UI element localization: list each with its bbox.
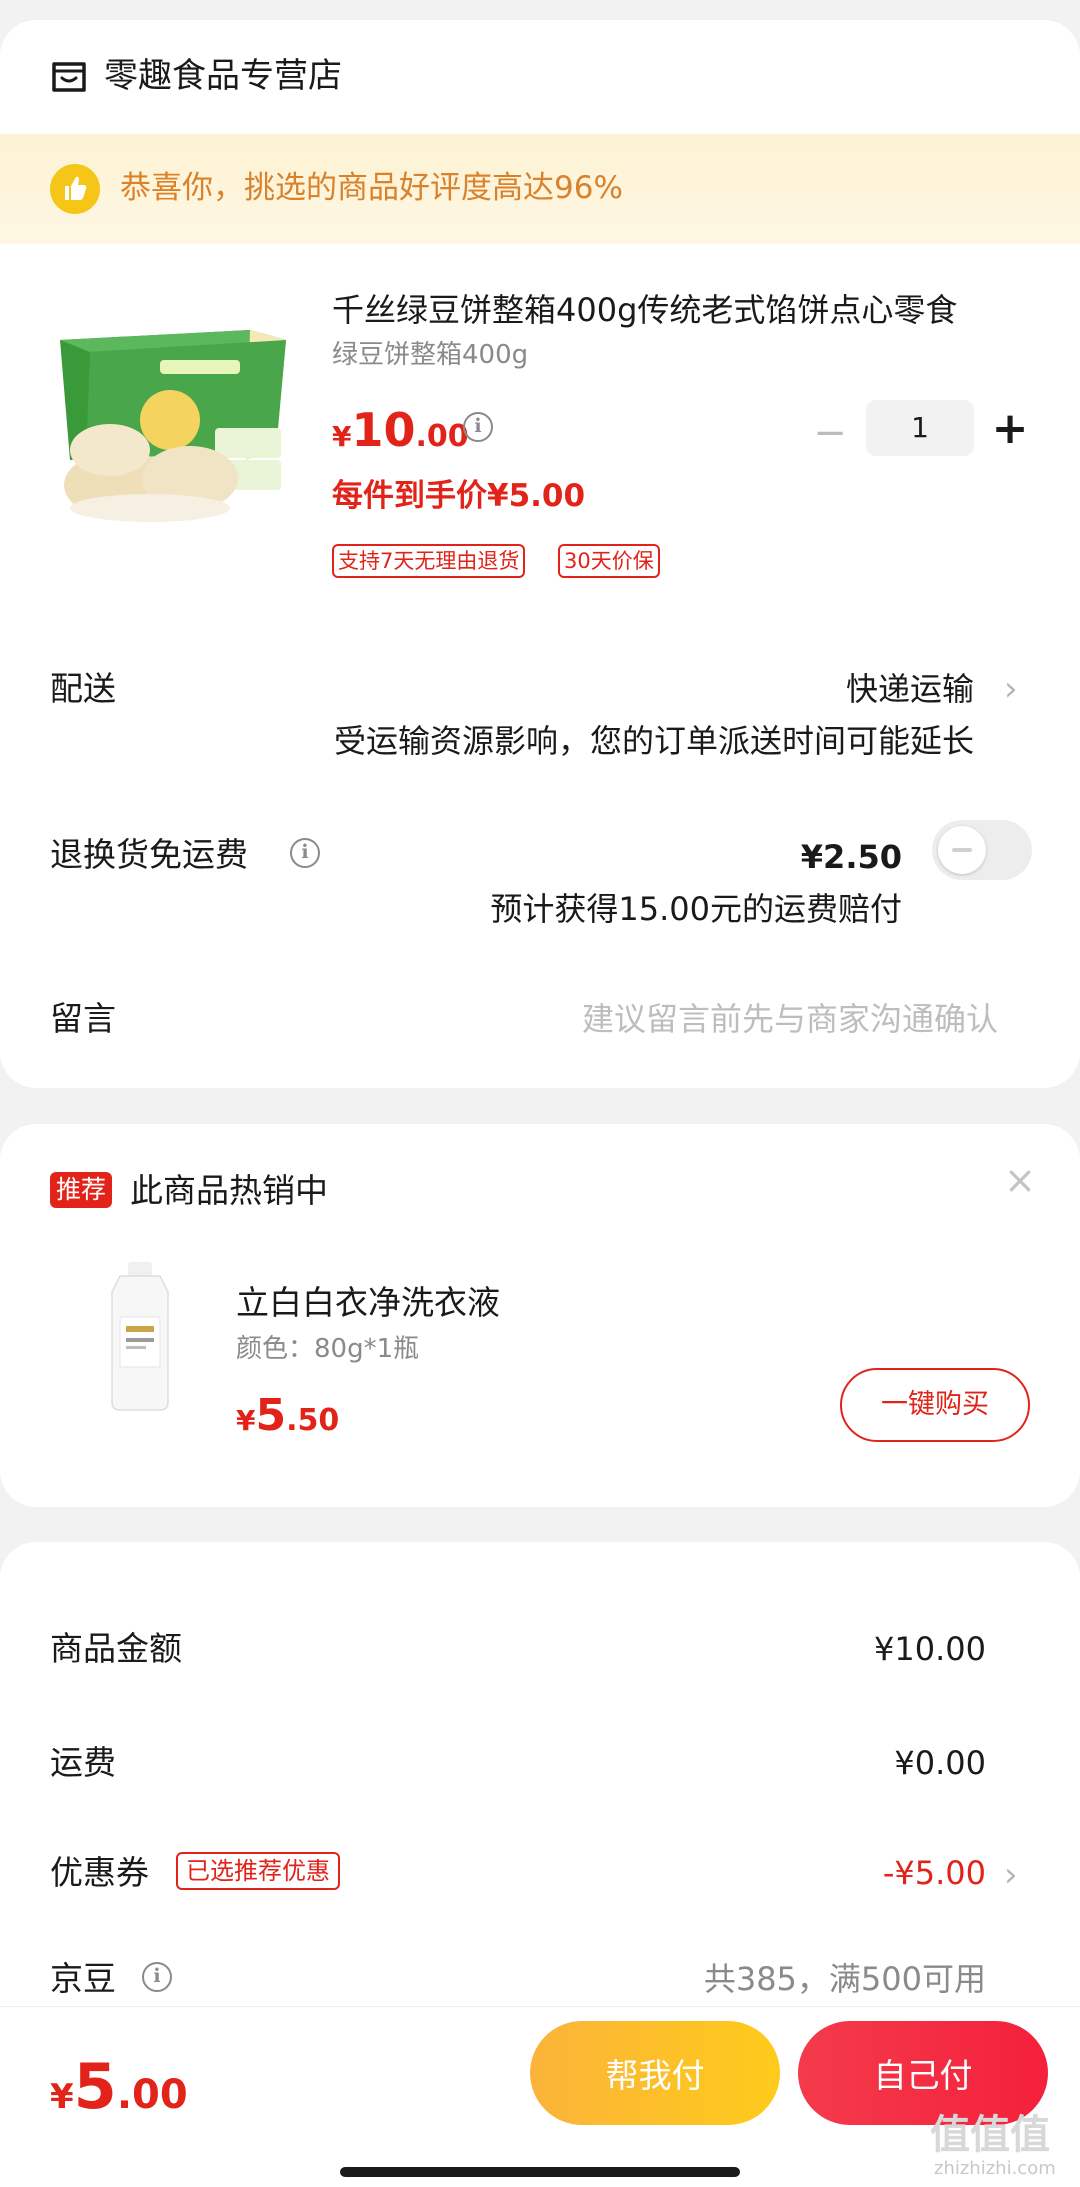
- toggle-knob: [938, 826, 986, 874]
- goods-amount-value: ¥10.00: [874, 1630, 986, 1668]
- product-subtitle: 绿豆饼整箱400g: [332, 340, 529, 370]
- recommend-title: 此商品热销中: [130, 1171, 328, 1210]
- coupon-label: 优惠券: [50, 1853, 149, 1892]
- one-click-buy-button[interactable]: 一键购买: [840, 1368, 1030, 1442]
- rec-price-integer: 5: [255, 1390, 287, 1441]
- store-name[interactable]: 零趣食品专营店: [104, 54, 342, 98]
- rec-price-currency: ¥: [236, 1404, 256, 1437]
- watermark-url: zhizhizhi.com: [934, 2158, 1056, 2179]
- chevron-right-icon[interactable]: ›: [1004, 1852, 1018, 1898]
- recommend-product-name[interactable]: 立白白衣净洗衣液: [236, 1280, 500, 1326]
- product-title[interactable]: 千丝绿豆饼整箱400g传统老式馅饼点心零食: [332, 288, 1012, 332]
- recommend-badge: 推荐: [50, 1172, 113, 1208]
- jd-beans-value: 共385，满500可用: [703, 1960, 986, 1998]
- delivery-note: 受运输资源影响，您的订单派送时间可能延长: [333, 722, 974, 760]
- recommend-product-price: ¥5.50: [236, 1386, 339, 1455]
- quantity-value[interactable]: 1: [866, 400, 974, 456]
- coupon-value[interactable]: -¥5.00: [883, 1850, 986, 1896]
- rec-price-decimal: .50: [286, 1403, 340, 1438]
- return-policy-tag: 支持7天无理由退货: [332, 544, 526, 578]
- total-integer: 5: [73, 2050, 117, 2123]
- beans-info-icon[interactable]: i: [142, 1962, 172, 1992]
- price-decimal: .00: [415, 419, 469, 454]
- coupon-tag: 已选推荐优惠: [176, 1852, 340, 1890]
- delivery-method[interactable]: 快递运输: [846, 666, 974, 712]
- product-image[interactable]: [50, 310, 286, 534]
- checkout-bar: ¥5.00 帮我付 自己付 值值值 zhizhizhi.com: [0, 2006, 1080, 2187]
- store-icon: [52, 62, 86, 92]
- shipping-fee-value: ¥0.00: [894, 1744, 986, 1782]
- return-shipping-label: 退换货免运费: [50, 835, 248, 874]
- jd-beans-label: 京豆: [50, 1959, 116, 1998]
- total-currency: ¥: [50, 2077, 74, 2117]
- recommend-product-image[interactable]: [90, 1262, 190, 1412]
- return-shipping-note: 预计获得15.00元的运费赔付: [490, 890, 902, 928]
- message-input[interactable]: [438, 996, 998, 1042]
- delivery-label: 配送: [50, 669, 116, 708]
- product-price: ¥10.00: [332, 400, 469, 471]
- banner-text: 恭喜你，挑选的商品好评度高达96%: [120, 170, 623, 206]
- goods-amount-label: 商品金额: [50, 1629, 182, 1668]
- return-shipping-toggle[interactable]: [932, 820, 1032, 880]
- pay-myself-button[interactable]: 自己付: [798, 2021, 1048, 2125]
- order-card: 零趣食品专营店 恭喜你，挑选的商品好评度高达96% 千丝绿豆饼整箱400g传统老…: [0, 20, 1080, 1088]
- return-shipping-price: ¥2.50: [800, 838, 902, 876]
- rating-banner: 恭喜你，挑选的商品好评度高达96%: [0, 134, 1080, 244]
- home-indicator[interactable]: [340, 2167, 740, 2177]
- recommend-card: 推荐 此商品热销中 × 立白白衣净洗衣液 颜色：80g*1瓶 ¥5.50 一键购…: [0, 1124, 1080, 1507]
- message-label: 留言: [50, 999, 116, 1038]
- quantity-increase-button[interactable]: +: [990, 404, 1030, 454]
- total-decimal: .00: [116, 2072, 188, 2118]
- quantity-decrease-button[interactable]: −: [810, 408, 850, 458]
- recommend-product-spec: 颜色：80g*1瓶: [236, 1334, 420, 1364]
- watermark-logo: 值值值: [930, 2112, 1050, 2158]
- help-me-pay-button[interactable]: 帮我付: [530, 2021, 780, 2125]
- price-info-icon[interactable]: i: [463, 412, 493, 442]
- price-integer: 10: [351, 403, 416, 457]
- shipping-fee-label: 运费: [50, 1743, 116, 1782]
- price-protect-tag: 30天价保: [558, 544, 660, 578]
- close-icon[interactable]: ×: [1000, 1160, 1040, 1200]
- thumbs-up-icon: [50, 164, 100, 214]
- unit-price: 每件到手价¥5.00: [332, 478, 586, 514]
- total-price: ¥5.00: [50, 2047, 188, 2143]
- return-info-icon[interactable]: i: [290, 838, 320, 868]
- price-currency: ¥: [332, 420, 352, 453]
- chevron-right-icon[interactable]: ›: [1004, 666, 1018, 712]
